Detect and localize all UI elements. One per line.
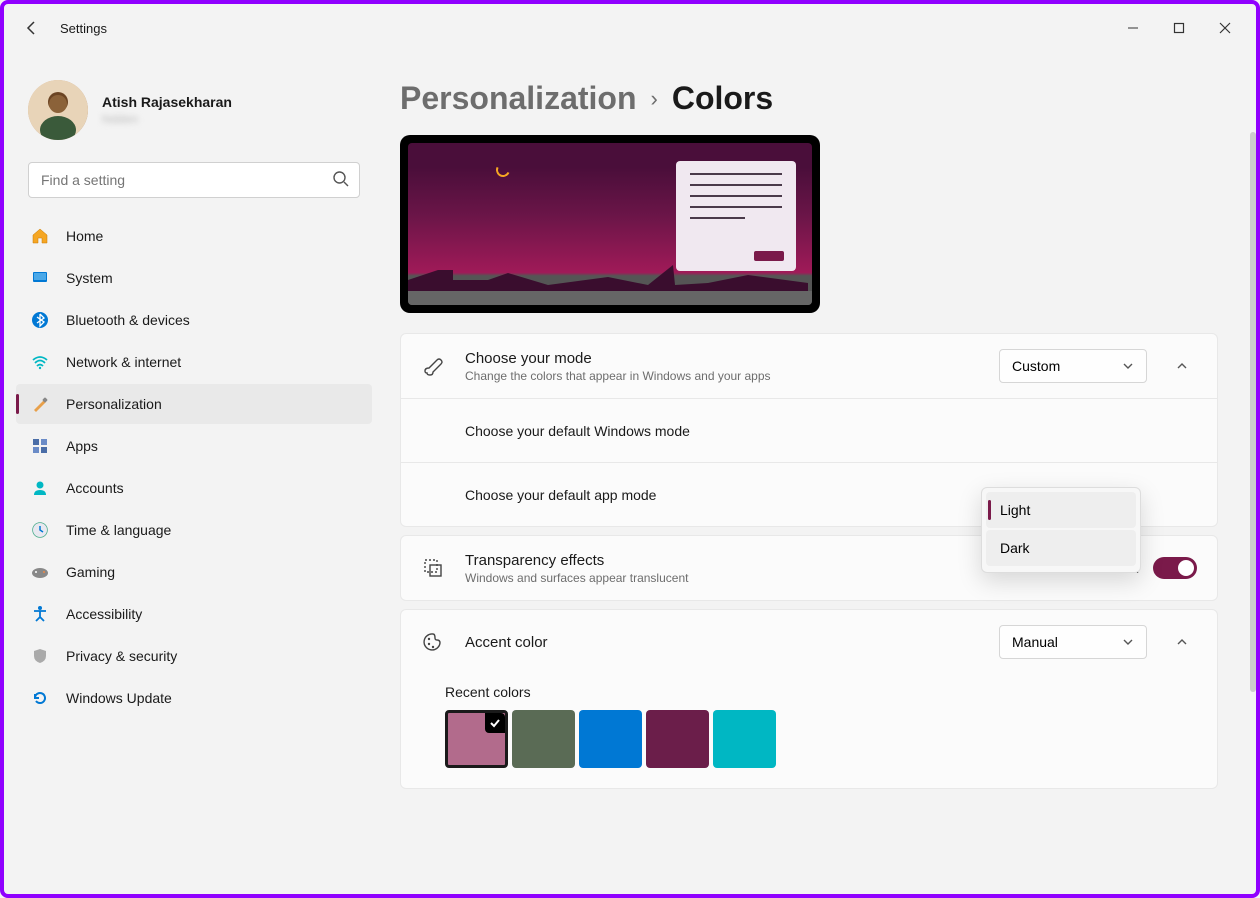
sidebar-item-label: Bluetooth & devices [66,312,190,328]
sidebar-item-label: Privacy & security [66,648,177,664]
mode-expand-toggle[interactable] [1167,351,1197,381]
accent-title: Accent color [465,634,999,651]
transparency-toggle[interactable] [1153,557,1197,579]
windows-mode-row: Choose your default Windows mode [401,398,1217,462]
popup-option-dark[interactable]: Dark [986,530,1136,566]
search-wrap [28,162,360,198]
minimize-button[interactable] [1110,12,1156,44]
accent-row[interactable]: Accent color Manual [401,610,1217,674]
sidebar-item-network[interactable]: Network & internet [16,342,372,382]
color-swatch[interactable] [579,710,642,768]
update-icon [30,688,50,708]
search-icon [332,170,350,193]
chevron-down-icon [1122,360,1134,372]
chevron-down-icon [1122,636,1134,648]
mode-title: Choose your mode [465,350,999,367]
accent-value: Manual [1012,634,1058,650]
privacy-icon [30,646,50,666]
search-input[interactable] [28,162,360,198]
sidebar-item-home[interactable]: Home [16,216,372,256]
sidebar: Atish Rajasekharan hidden Home System Bl… [4,52,384,894]
user-block[interactable]: Atish Rajasekharan hidden [16,72,372,158]
sidebar-item-update[interactable]: Windows Update [16,678,372,718]
personalization-icon [30,394,50,414]
sidebar-item-accounts[interactable]: Accounts [16,468,372,508]
sidebar-item-label: Personalization [66,396,162,412]
sidebar-item-accessibility[interactable]: Accessibility [16,594,372,634]
palette-icon [421,631,445,653]
avatar [28,80,88,140]
windows-mode-popup: Light Dark [981,487,1141,573]
accent-card: Accent color Manual Recent colors [400,609,1218,789]
maximize-button[interactable] [1156,12,1202,44]
mode-dropdown[interactable]: Custom [999,349,1147,383]
scrollbar[interactable] [1250,132,1256,692]
breadcrumb-parent[interactable]: Personalization [400,80,637,117]
breadcrumb: Personalization › Colors [400,80,1218,117]
app-title: Settings [60,21,107,36]
close-icon [1219,22,1231,34]
home-icon [30,226,50,246]
sidebar-item-personalization[interactable]: Personalization [16,384,372,424]
time-icon [30,520,50,540]
color-swatch[interactable] [713,710,776,768]
sidebar-item-apps[interactable]: Apps [16,426,372,466]
accessibility-icon [30,604,50,624]
sidebar-item-label: System [66,270,113,286]
user-email: hidden [102,112,232,126]
sidebar-item-label: Windows Update [66,690,172,706]
breadcrumb-separator: › [651,86,658,112]
main-content: Personalization › Colors [384,52,1256,894]
sidebar-item-label: Apps [66,438,98,454]
window-controls [1110,12,1248,44]
app-mode-title: Choose your default app mode [421,487,656,503]
check-icon [485,713,505,733]
theme-preview [400,135,820,313]
system-icon [30,268,50,288]
sidebar-item-label: Accessibility [66,606,142,622]
recent-colors-row [445,710,1217,788]
titlebar: Settings [4,4,1256,52]
popup-option-light[interactable]: Light [986,492,1136,528]
sidebar-item-label: Home [66,228,103,244]
apps-icon [30,436,50,456]
back-button[interactable] [12,8,52,48]
accent-expand-toggle[interactable] [1167,627,1197,657]
close-button[interactable] [1202,12,1248,44]
color-swatch[interactable] [445,710,508,768]
choose-mode-row[interactable]: Choose your mode Change the colors that … [401,334,1217,398]
accent-dropdown[interactable]: Manual [999,625,1147,659]
network-icon [30,352,50,372]
sidebar-item-label: Time & language [66,522,171,538]
gaming-icon [30,562,50,582]
sidebar-item-label: Accounts [66,480,124,496]
color-swatch[interactable] [646,710,709,768]
sidebar-item-gaming[interactable]: Gaming [16,552,372,592]
windows-mode-title: Choose your default Windows mode [421,423,690,439]
minimize-icon [1127,22,1139,34]
chevron-up-icon [1175,359,1189,373]
maximize-icon [1173,22,1185,34]
color-swatch[interactable] [512,710,575,768]
mode-value: Custom [1012,358,1060,374]
sidebar-item-bluetooth[interactable]: Bluetooth & devices [16,300,372,340]
recent-colors-label: Recent colors [445,684,1217,700]
sidebar-item-time[interactable]: Time & language [16,510,372,550]
accounts-icon [30,478,50,498]
chevron-up-icon [1175,635,1189,649]
transparency-icon [421,557,445,579]
user-name: Atish Rajasekharan [102,94,232,110]
sidebar-item-privacy[interactable]: Privacy & security [16,636,372,676]
page-title: Colors [672,80,773,117]
mode-subtitle: Change the colors that appear in Windows… [465,369,999,383]
sidebar-item-label: Network & internet [66,354,181,370]
sidebar-item-system[interactable]: System [16,258,372,298]
back-arrow-icon [24,20,40,36]
brush-icon [421,355,445,377]
bluetooth-icon [30,310,50,330]
sidebar-item-label: Gaming [66,564,115,580]
nav: Home System Bluetooth & devices Network … [16,216,372,718]
